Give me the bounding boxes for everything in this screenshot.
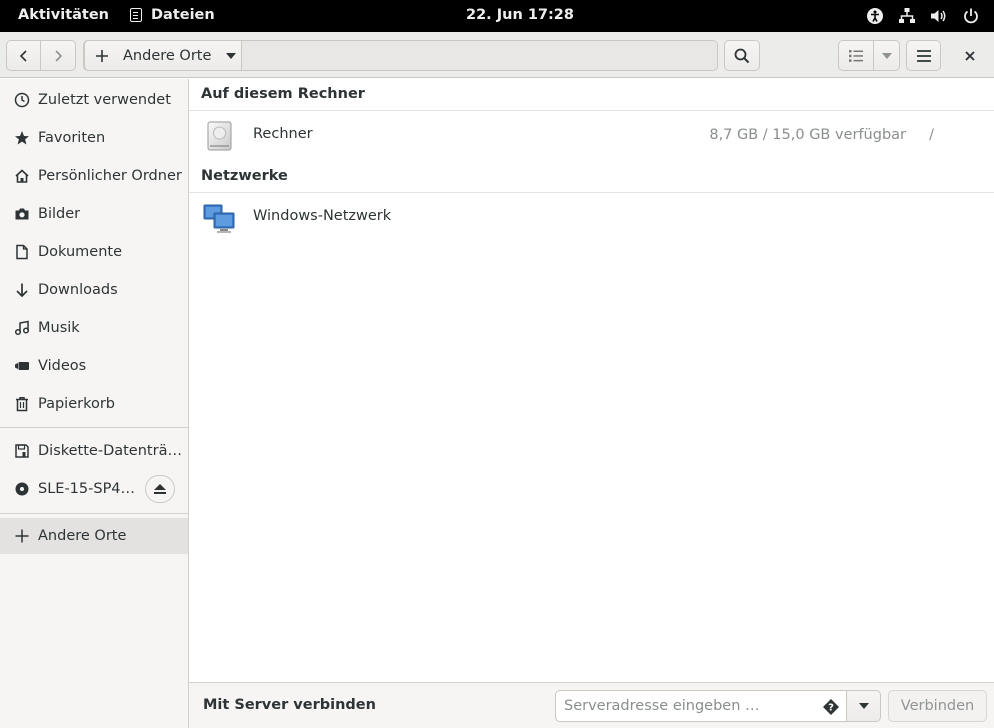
recent-icon	[14, 92, 30, 108]
list-item-windows-network[interactable]: Windows-Netzwerk	[189, 193, 994, 243]
sidebar-item-trash[interactable]: Papierkorb	[0, 386, 188, 422]
network-computers-icon	[203, 204, 235, 233]
chevron-right-icon	[55, 49, 63, 62]
trash-icon	[14, 396, 30, 412]
sidebar-item-favorites[interactable]: Favoriten	[0, 120, 188, 156]
sidebar-item-label: Bilder	[38, 206, 81, 222]
places-view: Auf diesem Rechner Rechner 8,7 GB / 15,0…	[189, 79, 994, 683]
system-tray[interactable]	[866, 7, 980, 25]
list-item-computer[interactable]: Rechner 8,7 GB / 15,0 GB verfügbar /	[189, 111, 994, 161]
sidebar-separator	[0, 513, 188, 514]
sidebar-item-pictures[interactable]: Bilder	[0, 196, 188, 232]
chevron-left-icon	[19, 49, 27, 62]
home-icon	[14, 168, 30, 184]
path-crumb-label: Andere Orte	[123, 47, 212, 64]
sidebar-item-label: Downloads	[38, 282, 118, 298]
clock[interactable]: 22. Jun 17:28	[466, 7, 574, 23]
close-icon	[965, 51, 975, 61]
help-icon[interactable]: ?	[822, 698, 840, 716]
sidebar-item-label: Zuletzt verwendet	[38, 92, 171, 108]
accessibility-icon[interactable]	[866, 7, 884, 25]
sidebar-item-recent[interactable]: Zuletzt verwendet	[0, 82, 188, 118]
forward-button[interactable]	[40, 40, 76, 71]
sidebar-item-floppy[interactable]: Diskette-Datenträ…	[0, 433, 188, 469]
download-icon	[14, 282, 30, 298]
floppy-icon	[14, 443, 30, 459]
harddisk-icon	[207, 121, 232, 151]
star-icon	[14, 130, 30, 146]
plus-icon	[14, 528, 30, 544]
sidebar-item-music[interactable]: Musik	[0, 310, 188, 346]
connect-button[interactable]: Verbinden	[888, 690, 987, 722]
storage-info: 8,7 GB / 15,0 GB verfügbar	[709, 127, 906, 143]
files-window: Andere Orte Zuletzt verwendet Favoriten …	[0, 32, 994, 728]
sidebar-item-other-places[interactable]: Andere Orte	[0, 518, 188, 554]
sidebar-item-home[interactable]: Persönlicher Ordner	[0, 158, 188, 194]
path-crumb-other-places[interactable]: Andere Orte	[84, 40, 242, 71]
plus-icon	[96, 49, 108, 62]
hamburger-menu-icon	[916, 49, 931, 62]
top-bar: Aktivitäten Dateien 22. Jun 17:28	[0, 0, 994, 32]
sidebar-item-label: Favoriten	[38, 130, 106, 146]
path-bar[interactable]: Andere Orte	[83, 40, 718, 71]
sidebar: Zuletzt verwendet Favoriten Persönlicher…	[0, 79, 189, 728]
network-icon[interactable]	[898, 7, 916, 25]
sidebar-item-label: Diskette-Datenträ…	[38, 443, 182, 459]
svg-text:?: ?	[828, 703, 834, 714]
sidebar-item-label: Papierkorb	[38, 396, 116, 412]
server-address-input[interactable]	[556, 691, 806, 721]
files-app-icon	[130, 8, 142, 22]
chevron-down-icon	[858, 703, 869, 709]
recent-servers-dropdown[interactable]	[846, 690, 881, 722]
close-window-button[interactable]	[954, 43, 986, 69]
sidebar-item-label: SLE-15-SP4-…	[38, 481, 140, 497]
video-icon	[14, 358, 30, 374]
section-heading-network: Netzwerke	[201, 168, 288, 184]
app-menu-label: Dateien	[151, 7, 215, 23]
sidebar-item-videos[interactable]: Videos	[0, 348, 188, 384]
document-icon	[14, 244, 30, 260]
music-icon	[14, 320, 30, 336]
chevron-down-icon[interactable]	[225, 52, 237, 60]
view-toggle-button[interactable]	[838, 40, 874, 71]
chevron-down-icon	[881, 52, 892, 59]
sidebar-item-documents[interactable]: Dokumente	[0, 234, 188, 270]
list-item-label: Windows-Netzwerk	[253, 208, 392, 224]
sidebar-item-label: Musik	[38, 320, 80, 336]
server-address-field[interactable]: ?	[555, 690, 847, 722]
sidebar-item-label: Dokumente	[38, 244, 123, 260]
main-menu-button[interactable]	[906, 40, 941, 71]
search-icon	[734, 48, 750, 63]
search-button[interactable]	[724, 40, 760, 71]
sidebar-item-optical-disc[interactable]: SLE-15-SP4-…	[0, 471, 140, 507]
eject-button[interactable]	[145, 475, 175, 503]
power-icon[interactable]	[962, 7, 980, 25]
activities-button[interactable]: Aktivitäten	[18, 7, 109, 23]
mount-point: /	[929, 127, 934, 143]
app-menu[interactable]: Dateien	[130, 7, 215, 23]
optical-disc-icon	[14, 481, 30, 497]
volume-icon[interactable]	[930, 7, 948, 25]
connect-to-server-bar: Mit Server verbinden ? Verbinden	[189, 682, 994, 728]
back-button[interactable]	[6, 40, 41, 71]
sidebar-item-label: Andere Orte	[38, 528, 127, 544]
list-item-label: Rechner	[253, 126, 313, 142]
header-bar: Andere Orte	[0, 32, 994, 78]
list-view-icon	[849, 49, 863, 62]
view-options-dropdown[interactable]	[873, 40, 900, 71]
camera-icon	[14, 206, 30, 222]
sidebar-item-label: Persönlicher Ordner	[38, 168, 182, 184]
eject-icon	[154, 484, 166, 494]
sidebar-separator	[0, 427, 188, 428]
section-heading-local: Auf diesem Rechner	[201, 86, 365, 102]
connect-to-server-label: Mit Server verbinden	[203, 697, 376, 713]
sidebar-item-label: Videos	[38, 358, 87, 374]
sidebar-item-downloads[interactable]: Downloads	[0, 272, 188, 308]
